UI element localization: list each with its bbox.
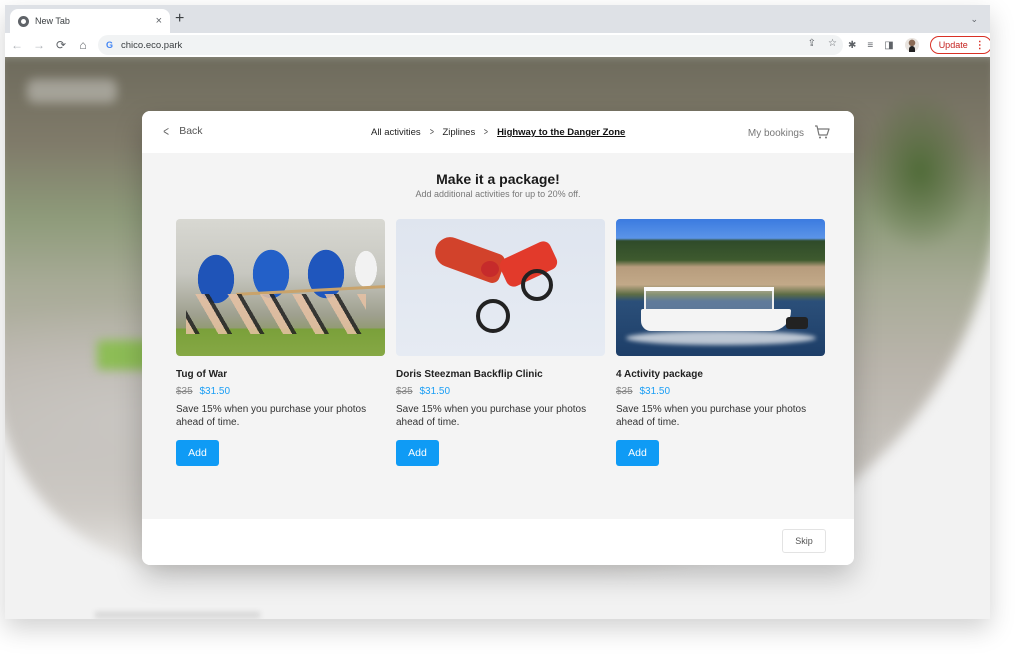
price-row: $35 $31.50: [616, 386, 825, 397]
activity-description: Save 15% when you purchase your photos a…: [616, 404, 807, 428]
update-label: Update: [938, 40, 968, 50]
original-price: $35: [396, 386, 413, 397]
side-panel-icon[interactable]: ◨: [884, 40, 893, 51]
motocross-image: [396, 219, 605, 356]
helmet-shape: [481, 261, 499, 277]
background-footer-text: [95, 612, 260, 618]
profile-avatar[interactable]: [904, 38, 919, 52]
tab-search-chevron-icon[interactable]: ⌄: [970, 14, 978, 25]
chevron-right-icon: >: [429, 127, 434, 138]
tab-strip: New Tab × + ⌄: [5, 5, 990, 33]
tab-title: New Tab: [35, 16, 70, 26]
blurred-page-background: < Back All activities > Ziplines > Highw…: [5, 57, 990, 619]
modal-title: Make it a package!: [436, 171, 560, 187]
close-tab-icon[interactable]: ×: [156, 15, 162, 27]
activity-description: Save 15% when you purchase your photos a…: [396, 404, 587, 428]
hull-shape: [641, 309, 791, 331]
add-button[interactable]: Add: [616, 440, 659, 466]
activity-name: Doris Steezman Backflip Clinic: [396, 369, 543, 380]
share-icon[interactable]: ⇪: [808, 38, 816, 49]
wheel-shape: [476, 299, 510, 333]
wake-shape: [626, 331, 816, 345]
back-label: Back: [179, 125, 203, 137]
bookmark-star-icon[interactable]: ☆: [828, 38, 837, 49]
activity-name: 4 Activity package: [616, 369, 703, 380]
skip-button[interactable]: Skip: [782, 529, 826, 553]
reload-icon[interactable]: ⟳: [51, 38, 71, 52]
back-arrow-icon[interactable]: ←: [7, 38, 27, 52]
wheel-shape: [521, 269, 553, 301]
address-bar[interactable]: G chico.eco.park ⇪ ☆: [98, 35, 843, 55]
extensions-puzzle-icon[interactable]: ✱: [848, 40, 856, 51]
activity-name: Tug of War: [176, 369, 228, 380]
new-tab-button[interactable]: +: [175, 11, 184, 27]
background-logo: [27, 79, 117, 103]
breadcrumb-ziplines[interactable]: Ziplines: [442, 127, 475, 138]
activity-description: Save 15% when you purchase your photos a…: [176, 404, 367, 428]
motor-shape: [786, 317, 808, 329]
activity-card: Doris Steezman Backflip Clinic $35 $31.5…: [396, 219, 605, 466]
google-icon: G: [106, 40, 114, 50]
url-text[interactable]: chico.eco.park: [121, 40, 182, 51]
discounted-price: $31.50: [199, 386, 231, 397]
chrome-favicon-icon: [18, 15, 29, 27]
modal-footer: Skip: [142, 519, 854, 565]
discounted-price: $31.50: [639, 386, 671, 397]
boat-image: [616, 219, 825, 356]
original-price: $35: [176, 386, 193, 397]
browser-tab[interactable]: New Tab ×: [10, 9, 170, 33]
add-button[interactable]: Add: [176, 440, 219, 466]
update-button[interactable]: Update ⋮: [929, 36, 990, 54]
activity-cards: Tug of War $35 $31.50 Save 15% when you …: [176, 219, 825, 466]
breadcrumb: All activities > Ziplines > Highway to t…: [371, 127, 625, 138]
legs-shape: [186, 294, 366, 334]
price-row: $35 $31.50: [396, 386, 605, 397]
cabin-shape: [644, 291, 774, 309]
price-row: $35 $31.50: [176, 386, 385, 397]
cart-icon[interactable]: [814, 125, 830, 139]
original-price: $35: [616, 386, 633, 397]
kebab-menu-icon: ⋮: [974, 39, 985, 51]
tug-of-war-image: [176, 219, 385, 356]
chevron-left-icon: <: [163, 123, 169, 139]
browser-window: New Tab × + ⌄ ← → ⟳ ⌂ G chico.eco.park ⇪…: [5, 5, 990, 619]
browser-toolbar: ← → ⟳ ⌂ G chico.eco.park ⇪ ☆ ✱ ≡ ◨ Updat…: [5, 33, 990, 57]
home-icon[interactable]: ⌂: [73, 38, 93, 52]
back-button[interactable]: < Back: [162, 123, 203, 139]
add-button[interactable]: Add: [396, 440, 439, 466]
activity-card: Tug of War $35 $31.50 Save 15% when you …: [176, 219, 385, 466]
breadcrumb-current[interactable]: Highway to the Danger Zone: [497, 127, 625, 138]
activity-card: 4 Activity package $35 $31.50 Save 15% w…: [616, 219, 825, 466]
chevron-right-icon: >: [484, 127, 489, 138]
discounted-price: $31.50: [419, 386, 451, 397]
modal-header: < Back All activities > Ziplines > Highw…: [142, 111, 854, 153]
rider-shape: [430, 232, 508, 286]
reading-list-icon[interactable]: ≡: [867, 40, 873, 51]
breadcrumb-all-activities[interactable]: All activities: [371, 127, 421, 138]
my-bookings-link[interactable]: My bookings: [748, 128, 804, 139]
modal-subtitle: Add additional activities for up to 20% …: [415, 189, 581, 199]
forward-arrow-icon[interactable]: →: [29, 38, 49, 52]
package-modal: < Back All activities > Ziplines > Highw…: [142, 111, 854, 565]
